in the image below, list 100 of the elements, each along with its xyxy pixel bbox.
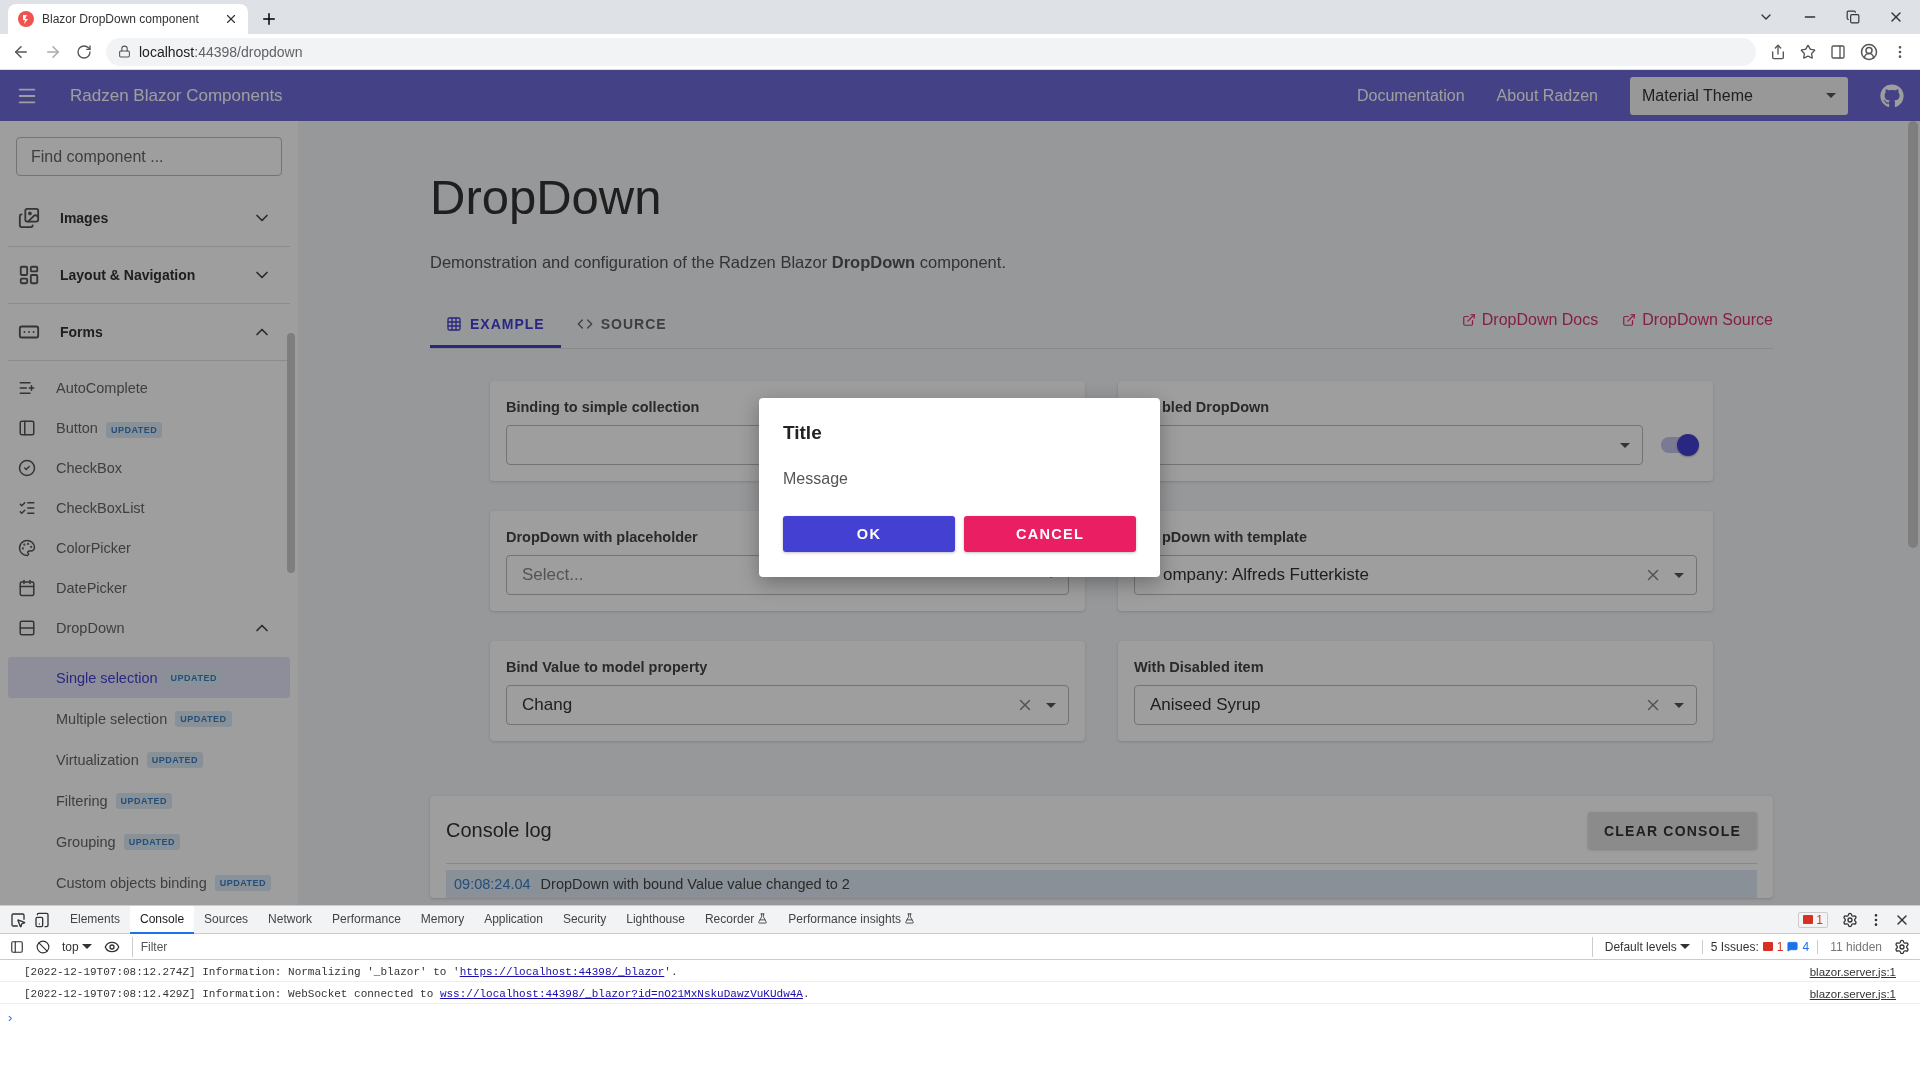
hidden-count: 11 hidden <box>1830 939 1882 954</box>
scrollbar-thumb[interactable] <box>287 333 295 573</box>
settings-icon[interactable] <box>1842 911 1858 928</box>
list-plus-icon <box>18 379 36 397</box>
address-field[interactable]: localhost:44398/dropdown <box>106 37 1756 66</box>
nav-link[interactable]: Documentation <box>1356 86 1465 105</box>
sidebar-item[interactable]: ColorPicker <box>8 528 290 568</box>
profile-icon[interactable] <box>1860 42 1878 61</box>
card-label: bled DropDown <box>1162 398 1270 417</box>
tab[interactable]: EXAMPLE <box>430 303 561 348</box>
sidebar-item[interactable]: DatePicker <box>8 568 290 608</box>
calendar-icon <box>18 579 36 597</box>
star-icon[interactable] <box>1800 43 1816 60</box>
panel-icon <box>18 419 36 437</box>
inspect-icon[interactable] <box>10 911 26 928</box>
sidebar-item[interactable]: CheckBoxList <box>8 488 290 528</box>
context-select[interactable]: top <box>62 939 92 954</box>
sidebar-item[interactable]: Images <box>8 190 290 247</box>
filter-field[interactable]: Filter <box>131 936 1593 957</box>
github-icon[interactable] <box>1880 83 1904 108</box>
sidebar-item[interactable]: Button UPDATED <box>8 408 290 448</box>
page-description: Demonstration and configuration of the Radzen Blazor DropDown component. <box>430 252 1007 273</box>
grid-icon <box>446 316 462 332</box>
nav-link[interactable]: About Radzen <box>1496 86 1598 105</box>
devtools-tab[interactable]: Security <box>552 905 617 934</box>
new-tab-icon[interactable] <box>260 10 278 28</box>
console-message: [2022-12-19T07:08:12.429Z] Information: WebSocket connected to wss://localhost:44398/_blazor?id=nO21MxNskuDawzVuKUdw4A. <box>24 987 810 1000</box>
side-panel-icon[interactable] <box>1830 43 1846 60</box>
dialog-message: Message <box>783 470 849 488</box>
updated-badge: UPDATED <box>146 751 204 768</box>
devtools-tab[interactable]: Recorder <box>694 905 779 934</box>
card-label: Binding to simple collection <box>506 398 700 417</box>
ok-button[interactable]: OK <box>783 516 955 552</box>
cancel-button[interactable]: CANCEL <box>964 516 1136 552</box>
search-field[interactable]: Find component ... <box>16 137 282 176</box>
url-link[interactable]: wss://localhost:44398/_blazor?id=nO21MxNskuDawzVuKUdw4A <box>439 987 803 1000</box>
card-label: pDown with template <box>1162 528 1307 547</box>
scrollbar-thumb[interactable] <box>1908 121 1918 548</box>
sidebar-item[interactable]: Custom objects binding UPDATED <box>8 862 290 903</box>
devtools-tab[interactable]: Sources <box>194 905 259 934</box>
doc-link[interactable]: DropDown Docs <box>1461 310 1599 329</box>
clear-icon[interactable] <box>36 939 50 954</box>
sidebar-item[interactable]: Multiple selection UPDATED <box>8 698 290 739</box>
settings-icon[interactable] <box>1894 938 1910 955</box>
sidebar-item[interactable]: Virtualization UPDATED <box>8 739 290 780</box>
source-link[interactable]: blazor.server.js:1 <box>1809 965 1896 978</box>
theme-select[interactable]: Material Theme <box>1630 76 1848 115</box>
url-link[interactable]: https://localhost:44398/_blazor <box>459 965 665 978</box>
device-icon[interactable] <box>34 911 50 928</box>
updated-badge: UPDATED <box>123 833 180 850</box>
checklist-icon <box>18 499 36 517</box>
console-prompt[interactable]: › <box>8 1010 18 1025</box>
sidebar-item[interactable]: Grouping UPDATED <box>8 821 290 862</box>
updated-badge: UPDATED <box>214 874 272 891</box>
error-count[interactable]: 1 <box>1798 911 1828 928</box>
devtools-tab[interactable]: Performance insights <box>778 905 926 934</box>
devtools-tab[interactable]: Elements <box>60 905 131 934</box>
source-link[interactable]: blazor.server.js:1 <box>1809 987 1896 1000</box>
card-label: Bind Value to model property <box>506 658 708 677</box>
updated-badge: UPDATED <box>175 710 232 727</box>
dialog-title: Title <box>783 422 823 444</box>
devtools-tab[interactable]: Memory <box>410 905 475 934</box>
browser-tab[interactable]: Blazor DropDown component <box>8 4 248 34</box>
devtools-tab[interactable]: Network <box>258 905 323 934</box>
app-title: Radzen Blazor Components <box>70 85 283 106</box>
switch-knob[interactable] <box>1677 434 1699 456</box>
log-message: DropDown with bound Value value changed to 2 <box>540 876 850 892</box>
sidebar-toggle-icon[interactable] <box>10 939 24 954</box>
card-label: DropDown with placeholder <box>506 528 698 547</box>
devtools-tab[interactable]: Lighthouse <box>616 905 695 934</box>
external-link-icon <box>1622 312 1637 327</box>
devtools-tab[interactable]: Console <box>130 905 195 934</box>
clear-console-button[interactable]: CLEAR CONSOLE <box>1588 812 1757 849</box>
devtools-tab[interactable]: Application <box>474 905 553 934</box>
doc-link[interactable]: DropDown Source <box>1622 310 1773 329</box>
close-icon[interactable] <box>224 12 238 26</box>
card-label: With Disabled item <box>1134 658 1264 677</box>
page-title: DropDown <box>430 169 663 226</box>
issues-counter[interactable]: 5 Issues: 1 4 <box>1701 939 1819 954</box>
sidebar-item[interactable]: Filtering UPDATED <box>8 780 290 821</box>
sidebar-item[interactable]: Layout & Navigation <box>8 247 290 304</box>
caret-icon[interactable] <box>81 944 92 949</box>
reload-icon[interactable] <box>76 43 92 60</box>
sidebar-item[interactable]: AutoComplete <box>8 368 290 408</box>
share-icon[interactable] <box>1770 43 1786 60</box>
favicon-icon <box>18 11 34 27</box>
caret-icon[interactable] <box>1679 944 1690 949</box>
updated-badge: UPDATED <box>115 792 172 809</box>
external-link-icon <box>1461 312 1476 327</box>
sidebar-item[interactable]: Single selection UPDATED <box>8 657 290 698</box>
devtools-tab[interactable]: Performance <box>322 905 411 934</box>
log-time: 09:08:24.04 <box>454 876 531 892</box>
restore-icon[interactable] <box>1846 10 1860 24</box>
console-title: Console log <box>446 819 552 842</box>
rows-icon <box>18 619 36 637</box>
levels-select[interactable]: Default levels <box>1604 939 1690 954</box>
sidebar-item[interactable]: DropDown <box>8 608 290 648</box>
lock-icon <box>118 45 131 58</box>
tab[interactable]: SOURCE <box>560 303 683 348</box>
sidebar-item[interactable]: CheckBox <box>8 448 290 488</box>
